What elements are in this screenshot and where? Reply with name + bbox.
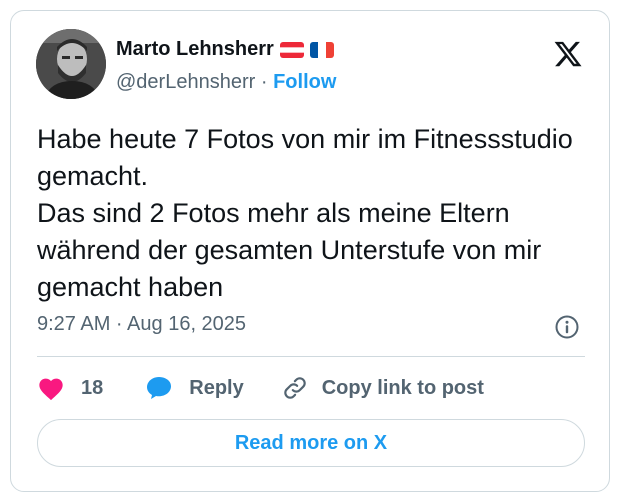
handle-row: @derLehnsherr · Follow	[116, 71, 336, 94]
divider	[37, 356, 585, 357]
copy-link-button[interactable]: Copy link to post	[282, 375, 484, 401]
reply-bubble-icon	[145, 375, 173, 401]
like-count: 18	[81, 376, 104, 399]
heart-icon	[37, 375, 65, 401]
copy-link-label: Copy link to post	[321, 376, 484, 399]
author-handle[interactable]: @derLehnsherr	[116, 71, 255, 93]
separator-dot: ·	[260, 71, 268, 93]
like-button[interactable]: 18	[37, 375, 103, 401]
follow-button[interactable]: Follow	[273, 71, 336, 93]
reply-label: Reply	[189, 376, 244, 399]
action-bar: 18 Reply Copy link to post	[37, 373, 484, 403]
flag-france-icon	[309, 41, 334, 58]
tweet-timestamp[interactable]: 9:27 AM · Aug 16, 2025	[37, 313, 246, 336]
tweet-card: Marto Lehnsherr @derLehnsherr · Follow H…	[10, 10, 610, 492]
x-logo-icon[interactable]	[553, 39, 583, 69]
author-name-row[interactable]: Marto Lehnsherr	[116, 38, 334, 61]
read-more-button[interactable]: Read more on X	[37, 419, 585, 467]
tweet-text: Habe heute 7 Fotos von mir im Fitnessstu…	[37, 124, 573, 302]
author-name[interactable]: Marto Lehnsherr	[116, 38, 274, 61]
reply-button[interactable]: Reply	[145, 375, 244, 401]
info-icon[interactable]	[554, 314, 580, 340]
avatar[interactable]	[36, 29, 106, 99]
flag-austria-icon	[279, 41, 304, 58]
link-icon	[282, 375, 308, 401]
